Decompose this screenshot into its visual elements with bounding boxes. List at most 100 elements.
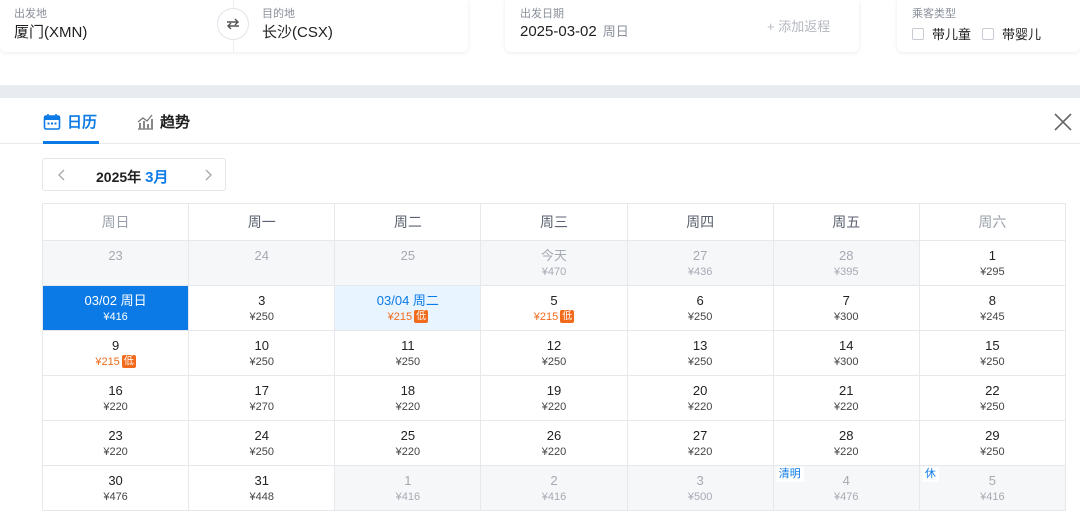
low-price-badge: 低: [414, 310, 429, 323]
weekday-header: 周五: [773, 204, 920, 241]
calendar-day-cell[interactable]: 3 ¥250: [189, 286, 336, 331]
calendar-day-cell[interactable]: 20 ¥220: [627, 376, 774, 421]
day-number: 19: [546, 383, 562, 398]
calendar-day-cell[interactable]: 31 ¥448: [189, 466, 336, 511]
day-price-row: ¥220: [481, 399, 626, 415]
calendar-day-cell[interactable]: 9 ¥215 低: [43, 331, 190, 376]
infant-checkbox[interactable]: [982, 27, 994, 40]
day-number: 3: [258, 293, 266, 308]
calendar-day-cell[interactable]: 17 ¥270: [189, 376, 336, 421]
calendar-day-cell[interactable]: 22 ¥250: [919, 376, 1066, 421]
child-checkbox-option[interactable]: 带儿童: [912, 24, 971, 43]
calendar-day-cell[interactable]: 25 ¥220: [335, 421, 482, 466]
calendar-day-cell[interactable]: 23 ¥220: [43, 421, 190, 466]
calendar-day-cell[interactable]: 29 ¥250: [919, 421, 1066, 466]
day-price-row: ¥220: [335, 444, 480, 460]
view-tabs: 日历 趋势: [0, 98, 1080, 144]
weekday-header: 周一: [189, 204, 336, 241]
weekday-header: 周日: [43, 204, 190, 241]
calendar-day-cell[interactable]: 6 ¥250: [627, 286, 774, 331]
child-checkbox[interactable]: [912, 27, 924, 40]
calendar-day-cell[interactable]: 2 ¥416: [481, 466, 628, 511]
day-number: 5: [550, 293, 558, 308]
day-price-row: ¥476: [43, 489, 188, 505]
calendar-day-cell[interactable]: 3 ¥500: [627, 466, 774, 511]
calendar-day-cell[interactable]: 1 ¥416: [335, 466, 482, 511]
day-number: 27: [692, 428, 708, 443]
calendar-day-cell[interactable]: 19 ¥220: [481, 376, 628, 421]
day-price-row: ¥250: [920, 444, 1065, 460]
flight-search-bar: 出发地 厦门(XMN) 目的地 长沙(CSX) 出发日期 2025-03-02 周…: [0, 0, 1080, 85]
calendar-day-cell[interactable]: 30 ¥476: [43, 466, 190, 511]
day-price: ¥470: [541, 266, 567, 278]
calendar-day-cell[interactable]: 15 ¥250: [919, 331, 1066, 376]
passenger-type-label: 乘客类型: [912, 8, 956, 20]
day-number: 27: [692, 248, 708, 263]
day-number: 20: [692, 383, 708, 398]
day-price-row: ¥220: [628, 444, 773, 460]
day-number: 26: [546, 428, 562, 443]
calendar-day-cell[interactable]: 14 ¥300: [773, 331, 920, 376]
calendar-day-cell[interactable]: 休 5 ¥416: [919, 466, 1066, 511]
low-price-badge: 低: [121, 355, 136, 368]
calendar-day-cell[interactable]: 16 ¥220: [43, 376, 190, 421]
calendar-day-cell[interactable]: 8 ¥245: [919, 286, 1066, 331]
day-number: 28: [839, 428, 854, 443]
day-price: ¥250: [980, 446, 1005, 458]
calendar-day-cell[interactable]: 12 ¥250: [481, 331, 628, 376]
tab-calendar[interactable]: 日历: [43, 111, 97, 132]
tab-trend-label: 趋势: [160, 114, 191, 131]
depart-date-field[interactable]: 2025-03-02 周日: [520, 21, 629, 40]
calendar-day-cell[interactable]: 清明 4 ¥476: [773, 466, 920, 511]
calendar-day-cell[interactable]: 21 ¥220: [773, 376, 920, 421]
calendar-icon: [43, 113, 61, 131]
calendar-day-cell[interactable]: 1 ¥295: [919, 241, 1066, 286]
day-price-row: ¥220: [774, 399, 919, 415]
calendar-day-cell[interactable]: 28 ¥220: [773, 421, 920, 466]
calendar-day-cell[interactable]: 26 ¥220: [481, 421, 628, 466]
tab-trend[interactable]: 趋势: [136, 111, 190, 132]
origin-field[interactable]: 厦门(XMN): [14, 21, 87, 42]
day-number: 14: [839, 338, 854, 353]
infant-checkbox-option[interactable]: 带婴儿: [982, 24, 1041, 43]
calendar-day-cell[interactable]: 18 ¥220: [335, 376, 482, 421]
chevron-right-icon[interactable]: [201, 168, 215, 182]
calendar-day-cell[interactable]: 03/02 周日 ¥416: [43, 286, 190, 331]
close-button[interactable]: [1052, 111, 1074, 133]
weekday-header: 周四: [627, 204, 774, 241]
close-icon: [1054, 113, 1072, 131]
day-number: 13: [692, 338, 708, 353]
calendar-day-cell[interactable]: 11 ¥250: [335, 331, 482, 376]
chevron-left-icon[interactable]: [55, 168, 69, 182]
day-number: 25: [400, 248, 416, 263]
calendar-day-cell[interactable]: 13 ¥250: [627, 331, 774, 376]
day-price: ¥250: [249, 446, 274, 458]
day-price: ¥220: [834, 446, 859, 458]
day-number: 31: [254, 473, 269, 488]
holiday-tag: 休: [921, 467, 939, 482]
day-price: ¥416: [541, 491, 567, 503]
swap-route-button[interactable]: [217, 8, 249, 40]
day-price: ¥416: [395, 491, 421, 503]
calendar-day-cell: 27 ¥436: [627, 241, 774, 286]
day-price-row: ¥250: [628, 309, 773, 325]
weekday-header: 周三: [481, 204, 628, 241]
day-price-row: ¥270: [189, 399, 334, 415]
day-price: ¥270: [249, 401, 274, 413]
calendar-day-cell[interactable]: 10 ¥250: [189, 331, 336, 376]
calendar-day-cell[interactable]: 24 ¥250: [189, 421, 336, 466]
add-return-button[interactable]: + 添加返程: [767, 16, 830, 35]
day-price: ¥220: [103, 401, 128, 413]
calendar-day-cell[interactable]: 27 ¥220: [627, 421, 774, 466]
day-price-row: ¥250: [628, 354, 773, 370]
day-price-row: ¥416: [335, 489, 480, 505]
day-price: ¥220: [103, 446, 128, 458]
calendar-day-cell[interactable]: 7 ¥300: [773, 286, 920, 331]
day-price: ¥476: [103, 491, 128, 503]
weekday-header-row: 周日 周一 周二 周三 周四 周五 周六: [43, 204, 1066, 241]
month-selector-label: 2025年 3月: [96, 166, 169, 187]
destination-field[interactable]: 长沙(CSX): [262, 21, 333, 42]
day-number: 15: [985, 338, 1000, 353]
calendar-day-cell[interactable]: 03/04 周二 ¥215 低: [335, 286, 482, 331]
calendar-day-cell[interactable]: 5 ¥215 低: [481, 286, 628, 331]
